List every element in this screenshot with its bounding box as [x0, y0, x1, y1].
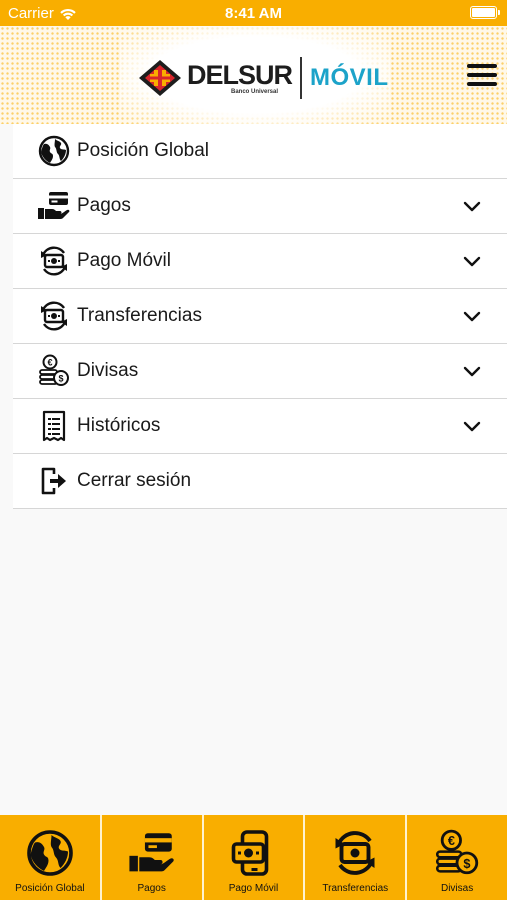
mobile-payment-icon — [41, 246, 67, 276]
tab-label: Pagos — [137, 883, 166, 894]
clock: 8:41 AM — [225, 5, 282, 22]
tab-label: Transferencias — [322, 883, 389, 894]
chevron-down-icon[interactable] — [463, 197, 481, 215]
tab-divisas[interactable]: € $ Divisas — [405, 815, 507, 900]
svg-text:$: $ — [58, 374, 63, 384]
menu-item-label: Divisas — [77, 360, 139, 381]
menu-item-label: Históricos — [77, 415, 161, 436]
delsur-movil-logo: DELSUR Banco Universal MÓVIL — [137, 57, 389, 99]
currency-coins-icon: € $ — [39, 354, 69, 386]
tab-pagos[interactable]: Pagos — [99, 815, 202, 900]
transfer-icon — [335, 831, 375, 875]
transfer-icon — [41, 301, 67, 331]
svg-text:€: € — [47, 358, 52, 368]
menu-item-label: Pagos — [77, 195, 131, 216]
menu-item-label: Transferencias — [77, 305, 202, 326]
tab-label: Pago Móvil — [228, 883, 279, 894]
currency-coins-icon: € $ — [436, 829, 479, 875]
tab-label: Divisas — [440, 883, 474, 894]
chevron-down-icon[interactable] — [463, 417, 481, 435]
delsur-emblem-icon — [139, 60, 181, 96]
chevron-down-icon[interactable] — [463, 362, 481, 380]
payment-hand-icon — [129, 833, 174, 872]
logout-icon — [41, 467, 66, 495]
menu-item-label: Posición Global — [77, 140, 210, 161]
globe-icon — [27, 830, 73, 876]
globe-icon — [38, 135, 70, 167]
brand-name: DELSUR — [187, 59, 293, 90]
svg-text:$: $ — [463, 857, 470, 871]
brand-movil: MÓVIL — [310, 64, 389, 91]
tab-posicion-global[interactable]: Posición Global — [0, 815, 100, 900]
menu-item-pagos[interactable]: Pagos — [13, 179, 507, 234]
logo-divider — [300, 57, 303, 99]
bottom-tab-bar: Posición Global Pagos Pago Móvil Transfe… — [0, 815, 507, 900]
app-header: DELSUR Banco Universal MÓVIL — [0, 26, 507, 124]
chevron-down-icon[interactable] — [463, 307, 481, 325]
status-bar: Carrier 8:41 AM — [0, 0, 507, 26]
side-menu: Posición Global Pagos Pago Móvil Transfe… — [13, 124, 507, 509]
tab-pago-movil[interactable]: Pago Móvil — [201, 815, 304, 900]
menu-item-label: Cerrar sesión — [77, 470, 192, 491]
tab-label: Posición Global — [15, 883, 85, 894]
payment-hand-icon — [38, 192, 70, 219]
menu-item-transferencias[interactable]: Transferencias — [13, 289, 507, 344]
receipt-icon — [42, 410, 66, 442]
menu-item-historicos[interactable]: Históricos — [13, 399, 507, 454]
hamburger-menu-icon[interactable] — [467, 64, 497, 86]
menu-item-divisas[interactable]: € $ Divisas — [13, 344, 507, 399]
menu-item-pago-movil[interactable]: Pago Móvil — [13, 234, 507, 289]
menu-item-posicion-global[interactable]: Posición Global — [13, 124, 507, 179]
svg-text:€: € — [448, 834, 455, 848]
tab-transferencias[interactable]: Transferencias — [303, 815, 405, 900]
brand-subtitle: Banco Universal — [231, 88, 279, 95]
battery-icon — [470, 6, 500, 19]
chevron-down-icon[interactable] — [463, 252, 481, 270]
menu-item-cerrar-sesion[interactable]: Cerrar sesión — [13, 454, 507, 509]
menu-item-label: Pago Móvil — [77, 250, 171, 271]
mobile-payment-icon — [232, 830, 269, 876]
